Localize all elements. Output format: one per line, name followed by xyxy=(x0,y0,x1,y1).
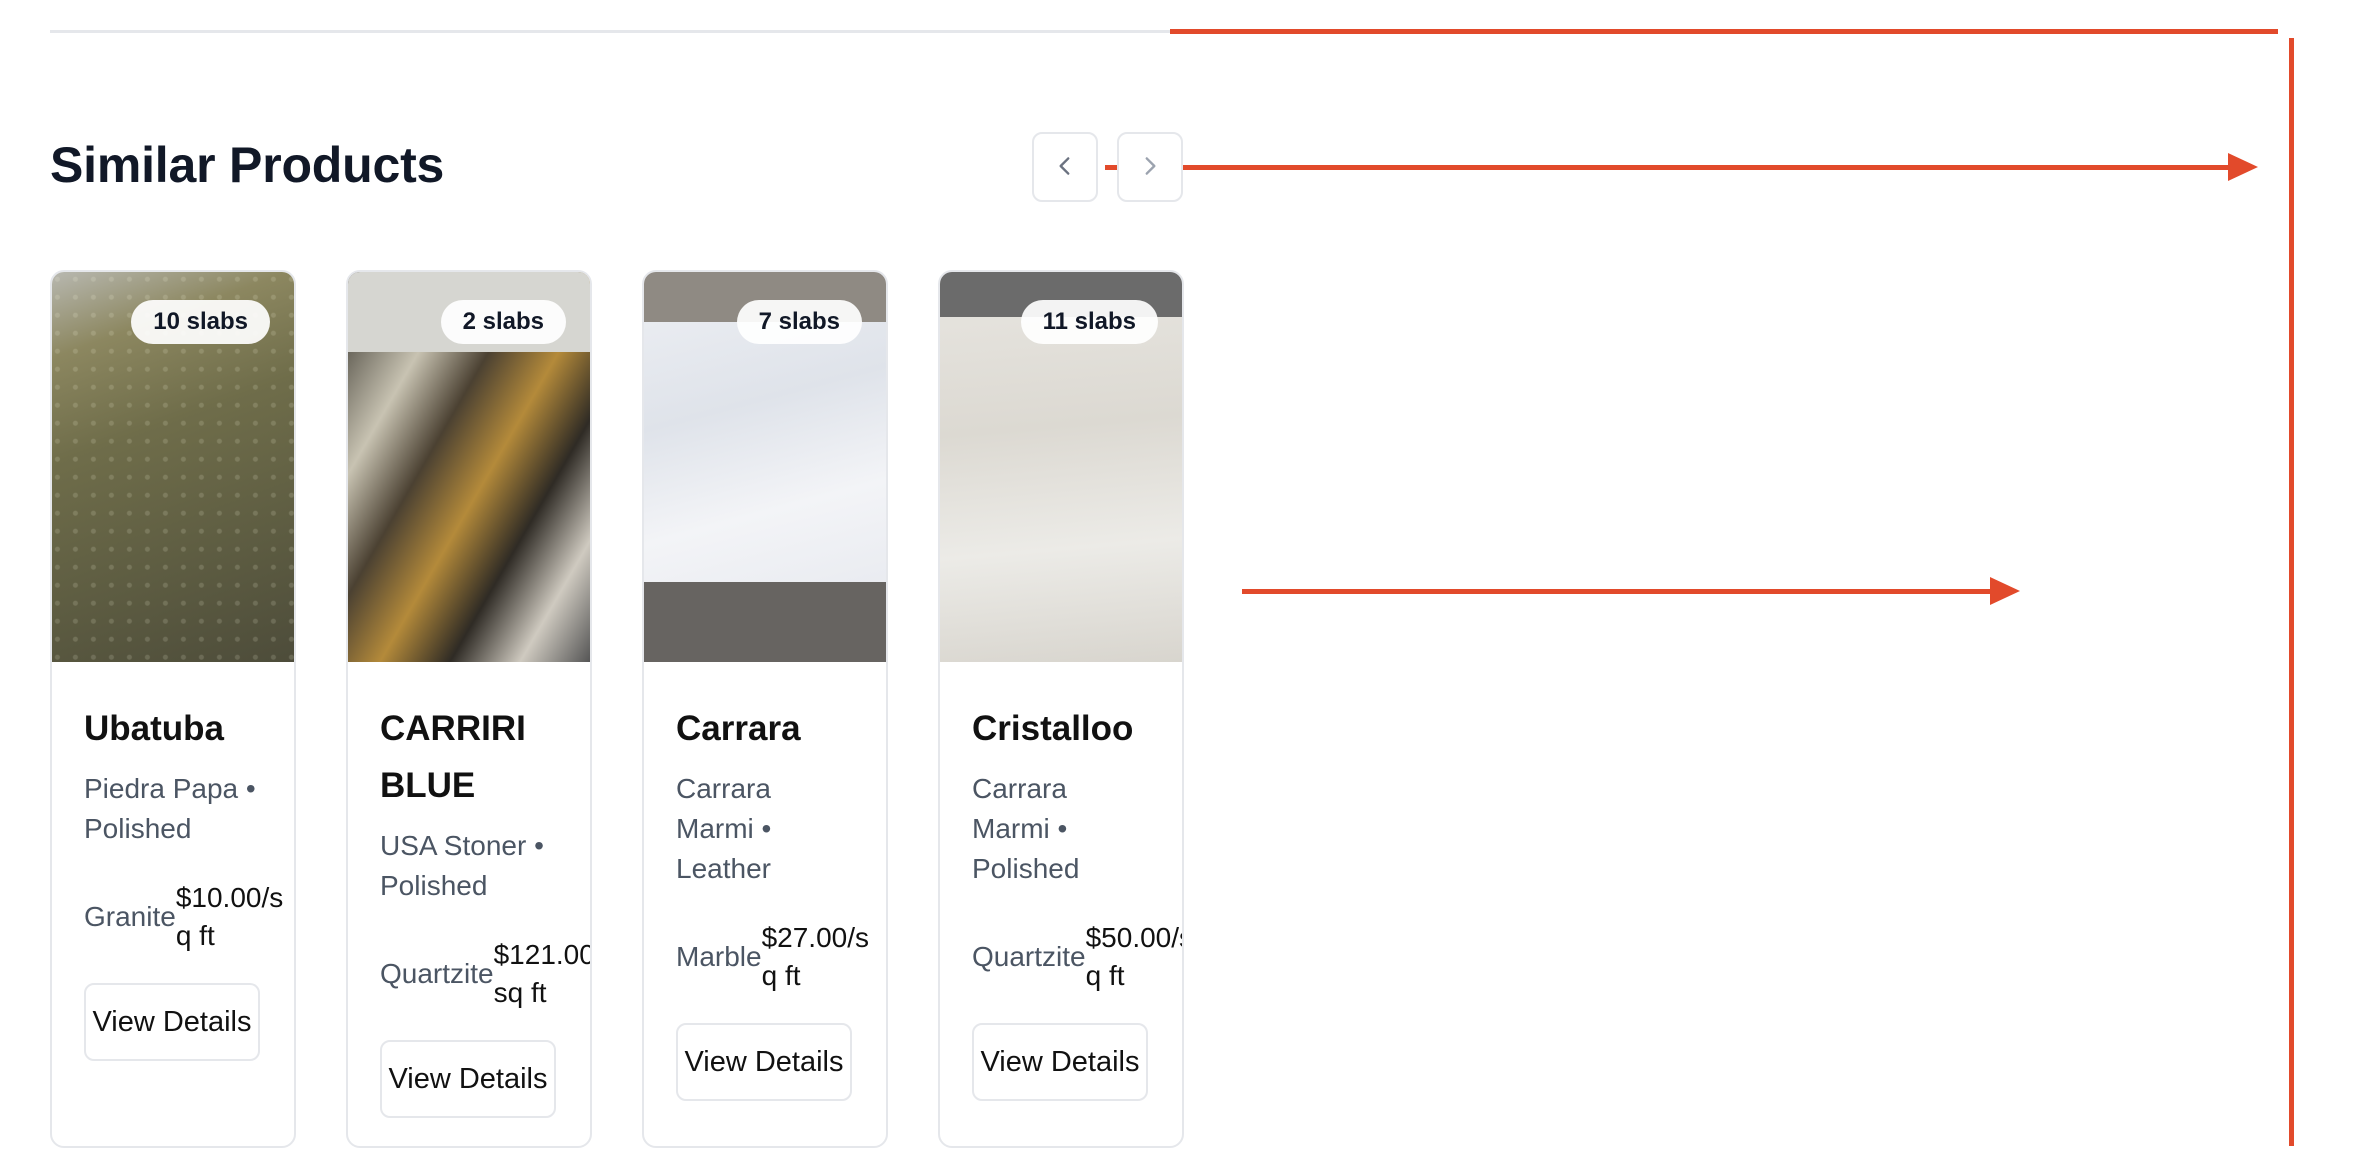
view-details-button[interactable]: View Details xyxy=(676,1023,852,1101)
product-category: Marble xyxy=(676,941,762,972)
slab-count-badge: 7 slabs xyxy=(736,300,862,344)
product-name: CARRIRI BLUE xyxy=(380,709,526,805)
slab-count-badge: 2 slabs xyxy=(440,300,566,344)
product-image[interactable]: 10 slabs xyxy=(52,272,294,662)
product-name: Cristalloo xyxy=(972,709,1134,748)
product-price: $121.00/sq ft xyxy=(493,939,592,1008)
product-supplier-finish: Piedra Papa • Polished xyxy=(84,773,256,844)
carousel-prev-button[interactable] xyxy=(1032,132,1098,202)
chevron-left-icon xyxy=(1052,153,1078,182)
view-details-button[interactable]: View Details xyxy=(972,1023,1148,1101)
slab-count-badge: 11 slabs xyxy=(1020,300,1158,344)
product-card[interactable]: 10 slabs Ubatuba Piedra Papa • Polished … xyxy=(50,270,296,1148)
carousel-next-button[interactable] xyxy=(1117,132,1183,202)
product-card[interactable]: 11 slabs Cristalloo Carrara Marmi • Poli… xyxy=(938,270,1184,1148)
annotation-line-top xyxy=(1170,29,2278,34)
view-details-button[interactable]: View Details xyxy=(380,1040,556,1118)
product-price: $27.00/sq ft xyxy=(761,922,870,991)
product-image[interactable]: 2 slabs xyxy=(348,272,590,662)
chevron-right-icon xyxy=(1137,153,1163,182)
product-name: Carrara xyxy=(676,709,801,748)
annotation-arrow-nav xyxy=(1105,153,2258,181)
product-supplier-finish: Carrara Marmi • Polished xyxy=(972,773,1080,884)
product-supplier-finish: Carrara Marmi • Leather xyxy=(676,773,772,884)
product-card[interactable]: 7 slabs Carrara Carrara Marmi • Leather … xyxy=(642,270,888,1148)
product-category: Quartzite xyxy=(972,941,1086,972)
product-image[interactable]: 11 slabs xyxy=(940,272,1182,662)
product-supplier-finish: USA Stoner • Polished xyxy=(380,830,544,901)
product-name: Ubatuba xyxy=(84,709,224,748)
section-title: Similar Products xyxy=(50,137,445,193)
annotation-arrow-cards xyxy=(1242,577,2020,605)
product-image[interactable]: 7 slabs xyxy=(644,272,886,662)
product-category: Quartzite xyxy=(380,958,494,989)
product-price: $10.00/sq ft xyxy=(175,882,284,951)
annotation-line-vertical xyxy=(2289,38,2294,1146)
product-card[interactable]: 2 slabs CARRIRI BLUE USA Stoner • Polish… xyxy=(346,270,592,1148)
product-price: $50.00/sq ft xyxy=(1085,922,1184,991)
section-divider xyxy=(50,30,1185,33)
product-category: Granite xyxy=(84,901,176,932)
slab-count-badge: 10 slabs xyxy=(131,300,270,344)
view-details-button[interactable]: View Details xyxy=(84,983,260,1061)
